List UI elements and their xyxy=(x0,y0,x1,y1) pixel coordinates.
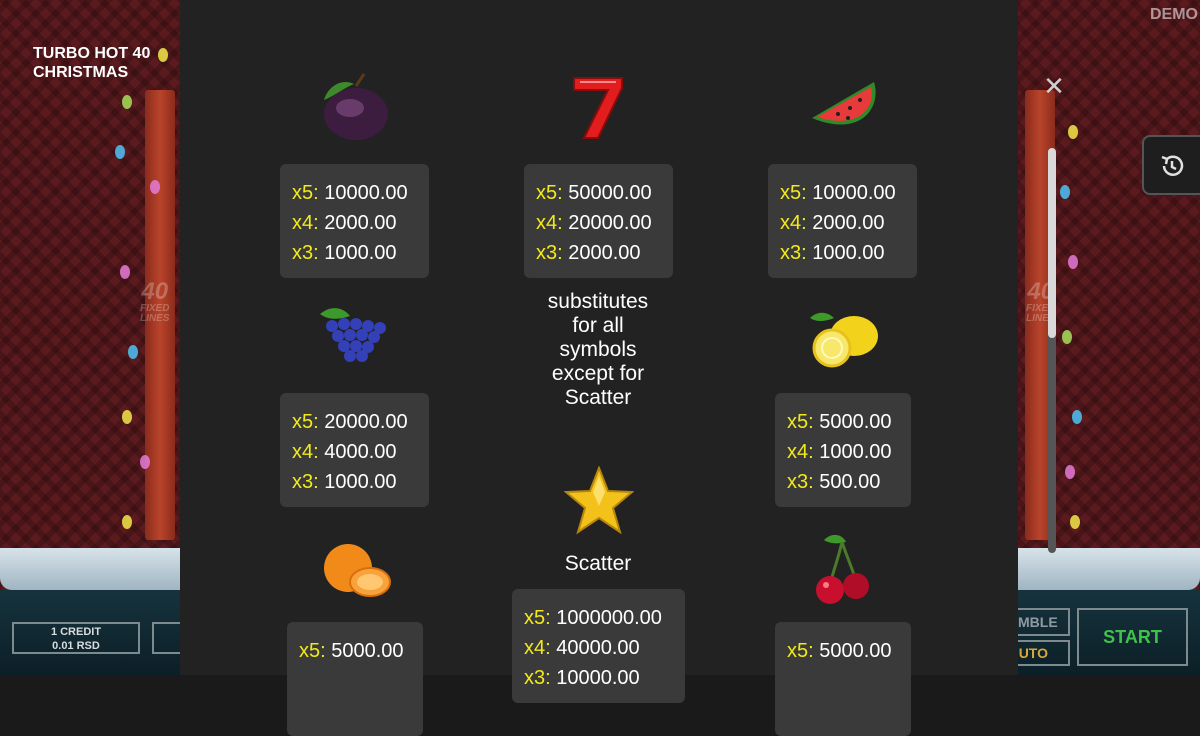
credit-selector[interactable]: 1 CREDIT 0.01 RSD xyxy=(12,622,140,654)
plum-icon xyxy=(320,72,392,149)
gamble-button[interactable]: MBLE xyxy=(1018,608,1070,636)
grapes-icon xyxy=(318,304,390,373)
cherry-payouts: x5: 5000.00 xyxy=(775,622,911,736)
cherry-icon xyxy=(812,530,876,613)
paytable-scrollbar[interactable] xyxy=(1048,148,1056,553)
light-bulb xyxy=(1068,255,1078,269)
orange-payouts: x5: 5000.00 xyxy=(287,622,423,736)
seven-payouts: x5: 50000.00 x4: 20000.00 x3: 2000.00 xyxy=(524,164,673,278)
light-bulb xyxy=(140,455,150,469)
light-bulb xyxy=(122,95,132,109)
fixed-lines-left: 40 FIXED LINES xyxy=(140,278,170,324)
game-title: TURBO HOT 40 CHRISTMAS xyxy=(33,45,151,81)
paytable-panel: x5: 10000.00 x4: 2000.00 x3: 1000.00 x5:… xyxy=(180,0,1018,736)
light-bulb xyxy=(158,48,168,62)
light-bulb xyxy=(1065,465,1075,479)
scatter-label: Scatter xyxy=(564,552,632,575)
scrollbar-thumb[interactable] xyxy=(1048,148,1056,338)
light-bulb xyxy=(1070,515,1080,529)
light-bulb xyxy=(150,180,160,194)
light-bulb xyxy=(1068,125,1078,139)
auto-button[interactable]: UTO xyxy=(1018,640,1070,666)
lemon-payouts: x5: 5000.00 x4: 1000.00 x3: 500.00 xyxy=(775,393,911,507)
star-payouts: x5: 1000000.00 x4: 40000.00 x3: 10000.00 xyxy=(512,589,685,703)
close-icon[interactable]: ✕ xyxy=(1040,72,1068,100)
light-bulb xyxy=(122,410,132,424)
history-button[interactable] xyxy=(1142,135,1200,195)
light-bulb xyxy=(122,515,132,529)
light-bulb xyxy=(128,345,138,359)
watermelon-payouts: x5: 10000.00 x4: 2000.00 x3: 1000.00 xyxy=(768,164,917,278)
seven-icon xyxy=(570,74,626,145)
light-bulb xyxy=(1062,330,1072,344)
light-bulb xyxy=(120,265,130,279)
light-bulb xyxy=(1072,410,1082,424)
seven-description: substitutes for all symbols except for S… xyxy=(547,290,649,409)
orange-icon xyxy=(320,538,392,607)
star-icon xyxy=(563,465,635,541)
demo-label: DEMO xyxy=(1150,6,1198,23)
plum-payouts: x5: 10000.00 x4: 2000.00 x3: 1000.00 xyxy=(280,164,429,278)
start-button[interactable]: START xyxy=(1077,608,1188,666)
light-bulb xyxy=(115,145,125,159)
bet-box[interactable] xyxy=(152,622,180,654)
watermelon-icon xyxy=(808,78,880,143)
lemon-icon xyxy=(808,306,880,375)
light-bulb xyxy=(1060,185,1070,199)
history-icon xyxy=(1161,155,1184,176)
grapes-payouts: x5: 20000.00 x4: 4000.00 x3: 1000.00 xyxy=(280,393,429,507)
